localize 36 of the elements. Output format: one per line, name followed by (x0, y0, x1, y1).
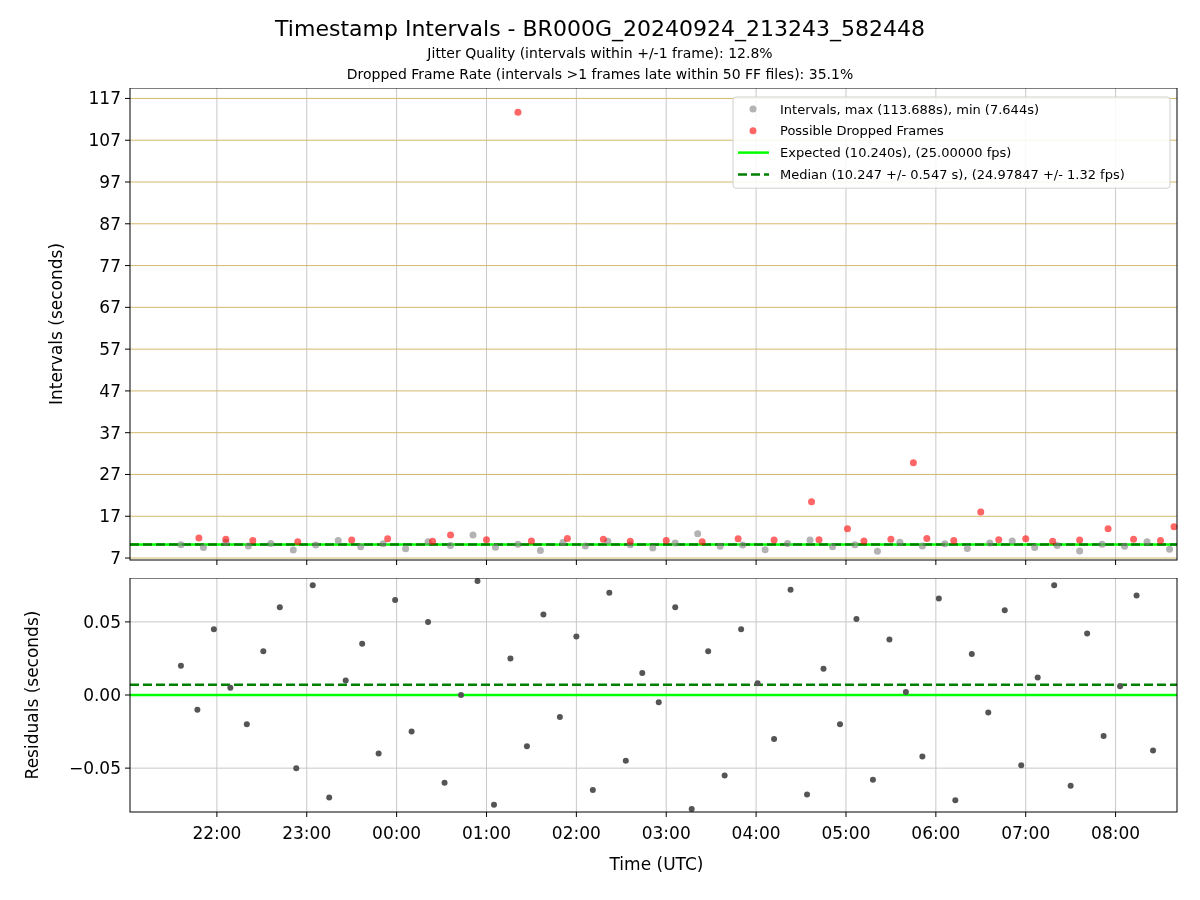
legend-label: Median (10.247 +/- 0.547 s), (24.97847 +/- 1.32 fps) (780, 166, 1125, 182)
tick-label: 01:00 (462, 823, 511, 843)
tick-label: 07:00 (1001, 823, 1051, 843)
tick-label: 00:00 (372, 823, 422, 843)
tick-label: 06:00 (911, 823, 961, 843)
tick-label: 0.00 (83, 685, 121, 705)
tick-label: 87 (99, 213, 121, 234)
tick-label: 22:00 (192, 823, 242, 843)
tick-label: 77 (99, 255, 121, 276)
tick-label: 57 (99, 339, 121, 360)
tick-label: 47 (99, 380, 121, 401)
tick-label: 7 (110, 548, 121, 569)
tick-label: 02:00 (551, 823, 601, 843)
tick-label: 17 (99, 506, 121, 527)
tick-label: 37 (99, 422, 121, 443)
tick-label: 67 (99, 297, 121, 318)
tick-label: 97 (99, 172, 121, 192)
tick-label: 117 (88, 88, 121, 109)
chart-title: Timestamp Intervals - BR000G_20240924_213243_582448 (275, 15, 925, 43)
tick-label: 23:00 (282, 823, 332, 843)
axis-label: Residuals (seconds) (22, 610, 42, 780)
tick-label: 0.05 (83, 611, 121, 632)
legend-label: Possible Dropped Frames (780, 123, 944, 139)
axis-label: Time (UTC) (609, 854, 704, 874)
tick-label: −0.05 (68, 758, 121, 779)
chart-subtitle: Dropped Frame Rate (intervals >1 frames late within 50 FF files): 35.1% (346, 65, 854, 84)
tick-label: 27 (99, 464, 121, 485)
tick-label: 03:00 (641, 823, 691, 843)
tick-label: 107 (88, 130, 121, 151)
axis-label: Intervals (seconds) (46, 242, 66, 406)
tick-label: 05:00 (821, 823, 871, 843)
legend-label: Expected (10.240s), (25.00000 fps) (780, 145, 1012, 161)
legend-label: Intervals, max (113.688s), min (7.644s) (780, 101, 1039, 117)
tick-label: 04:00 (731, 823, 781, 843)
tick-label: 08:00 (1091, 823, 1141, 843)
chart-subtitle: Jitter Quality (intervals within +/-1 frame): 12.8% (427, 44, 773, 63)
